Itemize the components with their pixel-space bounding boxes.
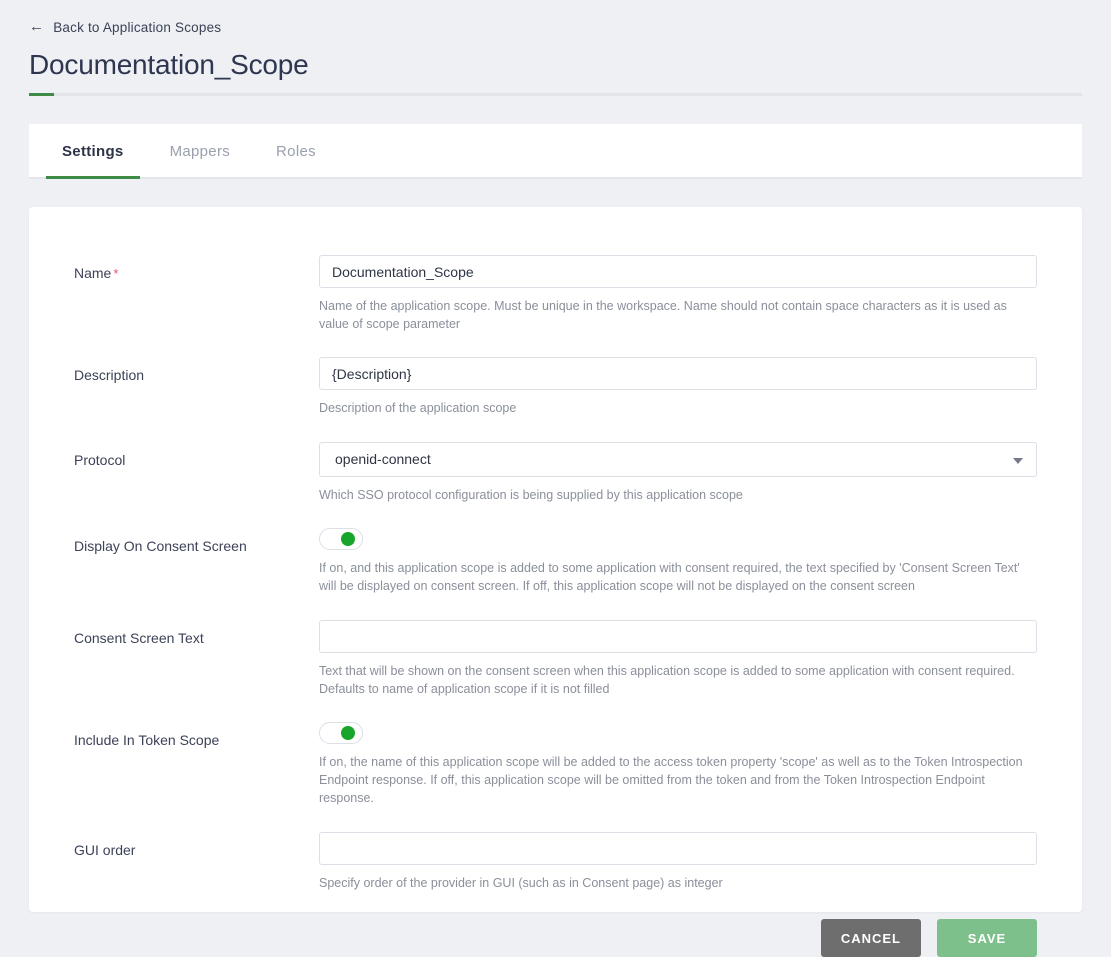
include-in-token-scope-label: Include In Token Scope: [74, 732, 220, 748]
display-on-consent-screen-label: Display On Consent Screen: [74, 538, 247, 554]
tab-bar: Settings Mappers Roles: [29, 124, 1082, 179]
consent-screen-text-label: Consent Screen Text: [74, 630, 204, 646]
gui-order-hint: Specify order of the provider in GUI (su…: [319, 876, 723, 890]
name-label: Name *: [74, 255, 319, 283]
include-in-token-scope-hint: If on, the name of this application scop…: [319, 755, 1023, 805]
back-to-application-scopes-link[interactable]: ← Back to Application Scopes: [29, 0, 221, 45]
toggle-knob: [341, 532, 355, 546]
protocol-select[interactable]: openid-connect: [319, 442, 1037, 477]
title-accent-rule: [29, 93, 1082, 96]
field-row-protocol: Protocol openid-connect Which SSO protoc…: [74, 442, 1037, 504]
cancel-button[interactable]: CANCEL: [820, 919, 921, 957]
description-input[interactable]: [319, 357, 1037, 390]
scope-settings-form: Name* Name of the application scope. Mus…: [29, 237, 1082, 892]
field-row-display-on-consent-screen: Display On Consent Screen If on, and thi…: [74, 528, 1037, 595]
gui-order-label: GUI order: [74, 842, 136, 858]
tab-roles[interactable]: Roles: [260, 124, 332, 179]
field-row-consent-screen-text: Consent Screen Text Text that will be sh…: [74, 620, 1037, 698]
protocol-select-wrap: openid-connect: [319, 442, 1037, 477]
row-spacer: [74, 417, 1037, 442]
field-row-gui-order: GUI order Specify order of the provider …: [74, 832, 1037, 892]
row-spacer: [74, 698, 1037, 722]
include-in-token-scope-toggle[interactable]: [319, 722, 363, 744]
tab-roles-label: Roles: [276, 143, 316, 160]
name-field-wrap: Name of the application scope. Must be u…: [319, 255, 1037, 333]
row-spacer: [74, 504, 1037, 528]
field-row-description: Description Description of the applicati…: [74, 357, 1037, 417]
include-in-token-scope-field-wrap: If on, the name of this application scop…: [319, 722, 1037, 807]
tab-settings-label: Settings: [62, 143, 124, 160]
protocol-label: Protocol: [74, 452, 126, 468]
name-label-text: Name: [74, 265, 112, 281]
display-on-consent-screen-toggle[interactable]: [319, 528, 363, 550]
save-button[interactable]: SAVE: [937, 919, 1037, 957]
form-actions: CANCEL SAVE: [29, 892, 1082, 957]
tab-settings[interactable]: Settings: [46, 124, 140, 179]
display-on-consent-screen-field-wrap: If on, and this application scope is add…: [319, 528, 1037, 595]
description-hint: Description of the application scope: [319, 401, 517, 415]
display-on-consent-screen-hint: If on, and this application scope is add…: [319, 561, 1020, 593]
tab-mappers-label: Mappers: [169, 143, 231, 160]
consent-screen-text-field-wrap: Text that will be shown on the consent s…: [319, 620, 1037, 698]
consent-screen-text-hint: Text that will be shown on the consent s…: [319, 664, 1015, 696]
protocol-hint: Which SSO protocol configuration is bein…: [319, 488, 743, 502]
gui-order-input[interactable]: [319, 832, 1037, 865]
name-input[interactable]: [319, 255, 1037, 288]
field-row-include-in-token-scope: Include In Token Scope If on, the name o…: [74, 722, 1037, 807]
row-spacer: [74, 595, 1037, 620]
description-field-wrap: Description of the application scope: [319, 357, 1037, 417]
required-marker: *: [113, 266, 119, 281]
consent-screen-text-input[interactable]: [319, 620, 1037, 653]
field-row-name: Name* Name of the application scope. Mus…: [74, 255, 1037, 333]
name-hint: Name of the application scope. Must be u…: [319, 299, 1007, 331]
page-title: Documentation_Scope: [29, 49, 309, 80]
row-spacer: [74, 807, 1037, 832]
description-label: Description: [74, 367, 145, 383]
settings-card: Name* Name of the application scope. Mus…: [29, 207, 1082, 957]
back-link-label: Back to Application Scopes: [53, 19, 222, 35]
page-header: ← Back to Application Scopes Documentati…: [0, 0, 1111, 96]
tab-mappers[interactable]: Mappers: [154, 124, 246, 179]
protocol-field-wrap: openid-connect Which SSO protocol config…: [319, 442, 1037, 504]
row-spacer: [74, 333, 1037, 357]
toggle-knob: [341, 726, 355, 740]
arrow-left-icon: ←: [29, 17, 45, 35]
gui-order-field-wrap: Specify order of the provider in GUI (su…: [319, 832, 1037, 892]
